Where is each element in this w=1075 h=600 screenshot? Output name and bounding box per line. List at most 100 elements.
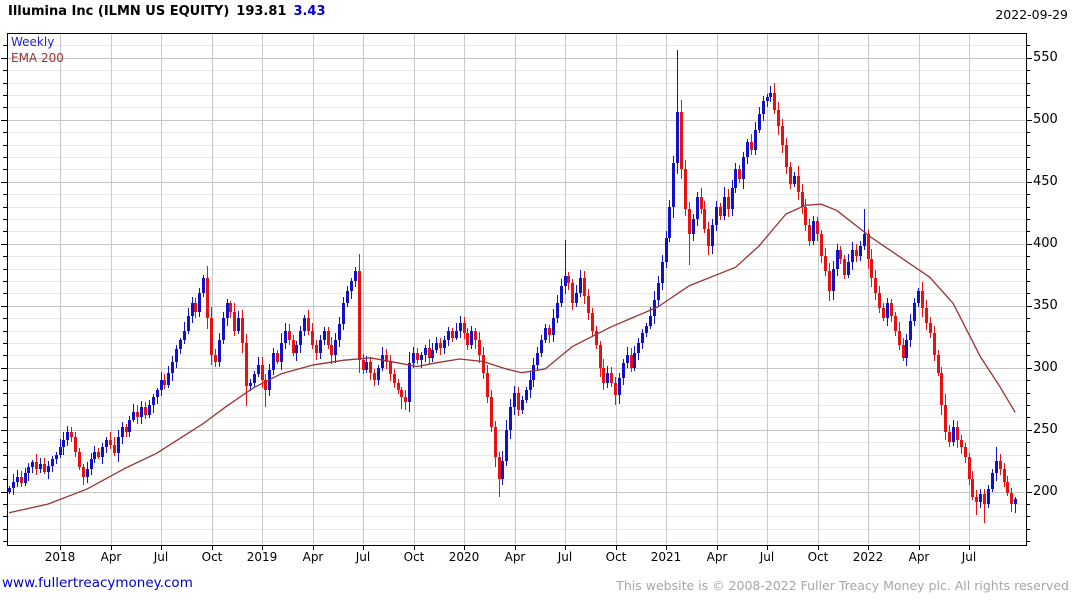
y-axis-tick-right [1027, 318, 1030, 319]
candle-body [12, 482, 15, 488]
x-axis-label: Jul [759, 550, 775, 564]
chart-plot-area[interactable] [0, 0, 1075, 600]
y-axis-tick-left [3, 529, 7, 530]
candle-body [478, 340, 481, 355]
plot-border-bottom [7, 545, 1027, 546]
candle-body [781, 126, 784, 145]
x-axis-label: Oct [403, 550, 425, 564]
candle-body [742, 157, 745, 179]
y-axis-tick-right [1027, 244, 1032, 245]
candle-body [894, 316, 897, 331]
candle-body [501, 461, 504, 479]
gridline-minor [8, 417, 1026, 418]
candle-body [358, 271, 361, 360]
candle-body [330, 345, 333, 355]
candle-body [338, 324, 341, 340]
plot-border-left [7, 33, 8, 545]
y-axis-label: 350 [1033, 297, 1058, 313]
candle-body [878, 293, 881, 308]
candle-body [606, 373, 609, 383]
candle-body [148, 405, 151, 415]
candle-body [715, 207, 718, 225]
candle-body [886, 303, 889, 318]
candle-body [1010, 493, 1013, 504]
candle-body [179, 340, 182, 349]
gridline-minor [8, 219, 1026, 220]
candle-body [47, 466, 50, 472]
candle-body [369, 362, 372, 373]
gridline-major [8, 182, 1026, 183]
y-axis-tick-right [1027, 231, 1030, 232]
website-link[interactable]: www.fullertreacymoney.com [2, 575, 193, 591]
y-axis-tick-right [1027, 393, 1030, 394]
candle-body [661, 262, 664, 283]
candle-body [272, 353, 275, 370]
candle-body [101, 447, 104, 457]
candle-body [804, 207, 807, 225]
y-axis-tick-left [3, 293, 7, 294]
candle-body [777, 110, 780, 126]
y-axis-tick-left [3, 207, 7, 208]
candle-body [51, 459, 54, 466]
candle-body [587, 296, 590, 313]
candle-body [509, 407, 512, 430]
x-axis-label: Apr [302, 550, 324, 564]
candle-body [828, 271, 831, 291]
candle-body [859, 246, 862, 256]
candle-body [536, 353, 539, 365]
candle-body [8, 488, 11, 492]
gridline-minor [8, 107, 1026, 108]
candle-body [583, 278, 586, 296]
candle-body [898, 331, 901, 345]
candle-body [672, 163, 675, 207]
y-axis-tick-left [1, 58, 7, 59]
candle-body [226, 303, 229, 318]
candle-body [521, 400, 524, 410]
candle-body [983, 494, 986, 504]
candle-body [416, 353, 419, 360]
gridline-vertical [767, 34, 768, 545]
candle-body [334, 340, 337, 355]
legend-interval: Weekly [11, 35, 55, 49]
candle-body [532, 365, 535, 380]
y-axis-tick-left [3, 281, 7, 282]
candle-body [160, 380, 163, 390]
candle-body [498, 457, 501, 479]
candle-body [529, 380, 532, 390]
candle-body [1003, 469, 1006, 482]
candle-body [70, 432, 73, 437]
candle-body [882, 308, 885, 318]
candle-body [59, 447, 62, 455]
candle-body [902, 345, 905, 358]
x-axis-label: Jul [153, 550, 169, 564]
candle-body [431, 350, 434, 358]
y-axis-tick-right [1027, 182, 1032, 183]
candle-body [362, 360, 365, 370]
candle-body [944, 405, 947, 432]
gridline-vertical [363, 34, 364, 545]
candle-wick [265, 374, 266, 407]
candle-body [552, 318, 555, 335]
candle-body [435, 343, 438, 350]
x-axis-label: Oct [807, 550, 829, 564]
y-axis-tick-left [3, 417, 7, 418]
candle-body [249, 383, 252, 386]
candle-body [727, 197, 730, 209]
candle-body [494, 427, 497, 457]
y-axis-tick-right [1027, 132, 1030, 133]
candle-body [237, 318, 240, 331]
y-axis-tick-left [1, 492, 7, 493]
candle-body [393, 374, 396, 383]
gridline-minor [8, 318, 1026, 319]
candle-body [74, 437, 77, 452]
y-axis-label: 200 [1033, 483, 1058, 499]
gridline-minor [8, 293, 1026, 294]
candle-body [93, 452, 96, 459]
y-axis-tick-left [3, 95, 7, 96]
gridline-minor [8, 281, 1026, 282]
candle-body [719, 207, 722, 216]
candle-body [684, 169, 687, 209]
candle-body [649, 316, 652, 326]
candle-body [505, 430, 508, 461]
candle-body [839, 250, 842, 259]
